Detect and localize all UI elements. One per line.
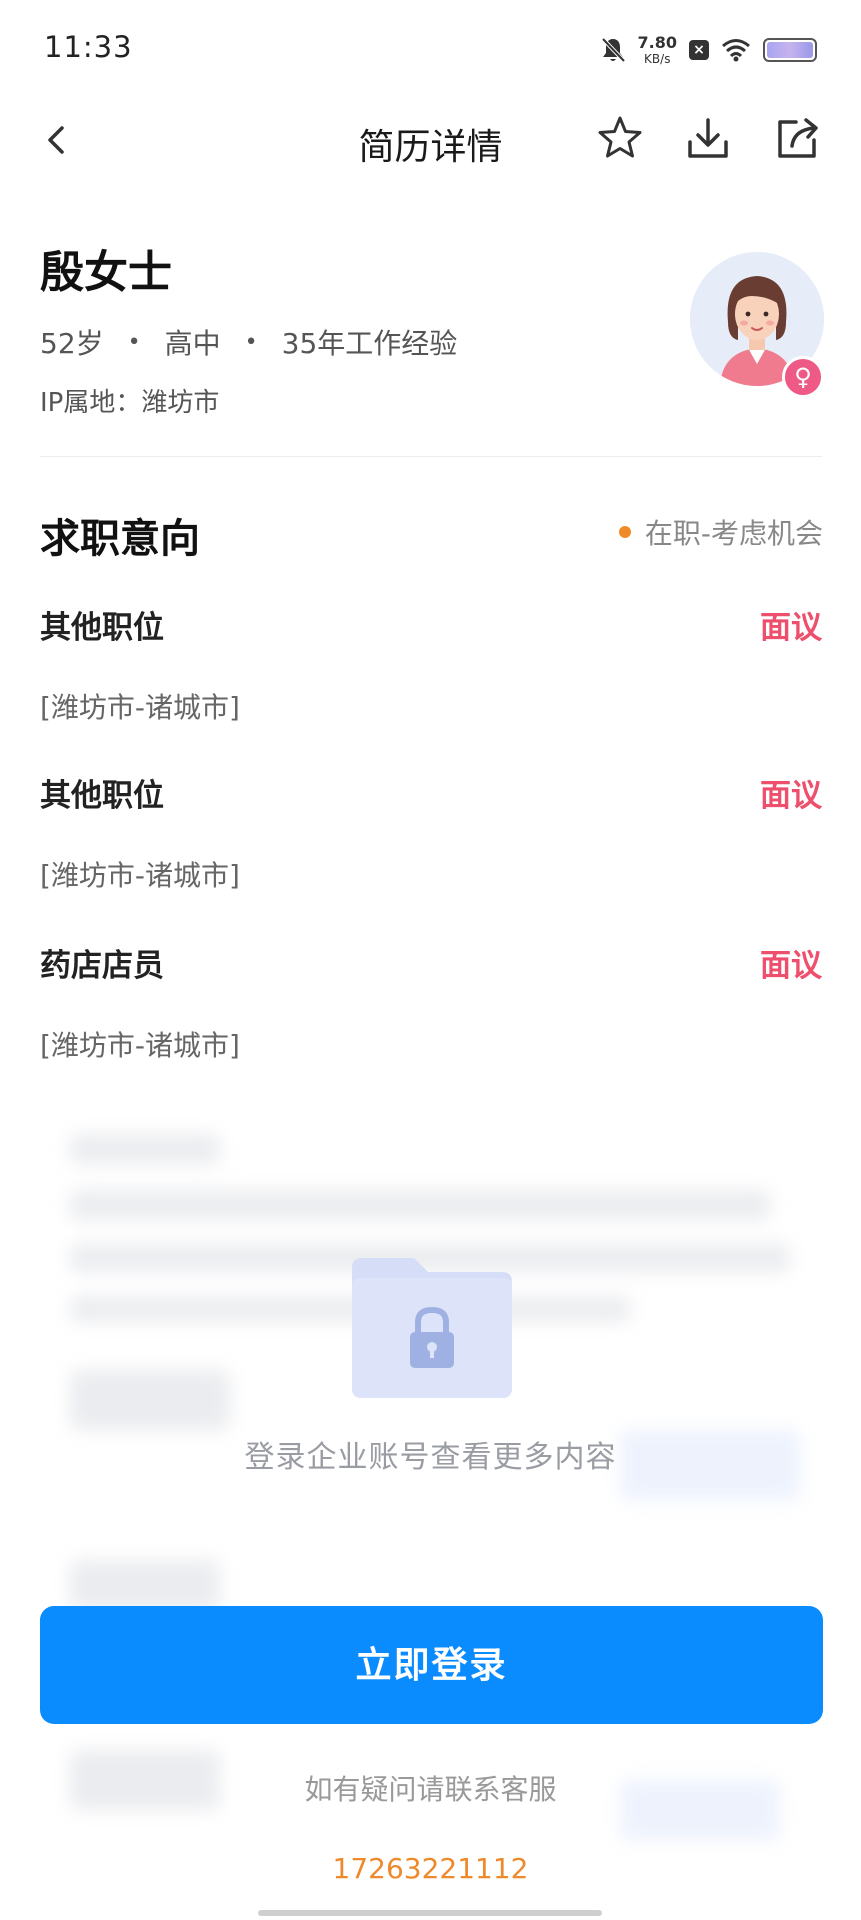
locked-folder-icon: [348, 1252, 516, 1400]
job-salary: 面议: [760, 610, 822, 646]
status-dot-icon: [618, 526, 631, 538]
job-title: 其他职位: [40, 610, 164, 646]
favorite-button[interactable]: [594, 112, 646, 164]
support-phone-link[interactable]: 17263221112: [0, 1852, 861, 1885]
job-location: [潍坊市-诸城市]: [40, 691, 240, 724]
separator-dot: •: [244, 329, 258, 355]
job-salary: 面议: [760, 948, 822, 984]
download-icon: [688, 118, 728, 158]
star-icon: [598, 116, 642, 158]
battery-icon: [763, 38, 817, 62]
share-icon: [778, 118, 818, 158]
status-time: 11:33: [44, 30, 133, 64]
sim-off-icon: ×: [689, 40, 709, 60]
job-salary: 面议: [760, 778, 822, 814]
section-title-intention: 求职意向: [40, 516, 200, 562]
job-title: 药店店员: [40, 948, 164, 984]
locked-message: 登录企业账号查看更多内容: [244, 1440, 617, 1475]
status-icons: 7.80 KB/s ×: [600, 30, 817, 70]
job-location: [潍坊市-诸城市]: [40, 859, 240, 892]
candidate-age: 52岁: [40, 327, 104, 360]
network-speed-unit: KB/s: [644, 52, 671, 66]
candidate-education: 高中: [164, 327, 221, 360]
wifi-icon: [722, 39, 750, 62]
divider: [40, 456, 822, 457]
help-text: 如有疑问请联系客服: [304, 1773, 557, 1806]
network-speed: 7.80 KB/s: [637, 33, 677, 66]
blurred-content: [60, 1120, 820, 1860]
network-speed-value: 7.80: [637, 33, 677, 52]
job-status-label: 在职-考虑机会: [644, 517, 823, 550]
home-indicator[interactable]: [258, 1910, 602, 1916]
job-location: [潍坊市-诸城市]: [40, 1029, 240, 1062]
female-gender-badge: ♀: [782, 356, 824, 398]
mute-bell-icon: [601, 37, 625, 63]
candidate-meta: 52岁 • 高中 • 35年工作经验: [40, 322, 457, 362]
login-button[interactable]: 立即登录: [40, 1606, 823, 1724]
nav-bar: 简历详情: [0, 100, 861, 180]
separator-dot: •: [127, 329, 141, 355]
job-title: 其他职位: [40, 778, 164, 814]
share-button[interactable]: [772, 112, 824, 164]
job-status: 在职-考虑机会: [618, 512, 823, 552]
candidate-experience: 35年工作经验: [281, 327, 458, 360]
ip-location: IP属地：潍坊市: [40, 388, 220, 418]
status-bar: 11:33 7.80 KB/s ×: [0, 0, 861, 100]
candidate-name: 殷女士: [40, 247, 172, 298]
download-button[interactable]: [682, 112, 734, 164]
